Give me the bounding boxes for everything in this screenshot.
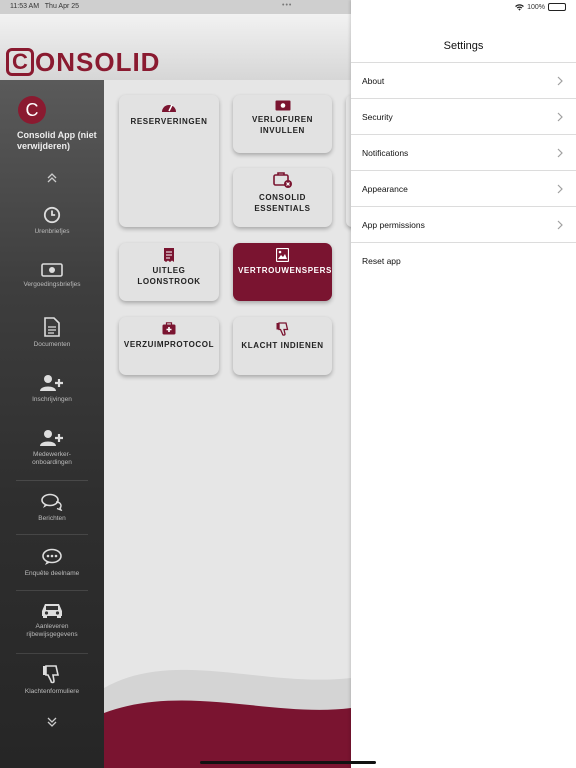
sidebar-item-enquete[interactable]: Enquête deelname	[0, 548, 104, 578]
tile-title-line1: UITLEG	[152, 266, 186, 275]
thumbs-down-icon	[43, 665, 59, 684]
car-icon	[42, 604, 62, 618]
chevron-right-icon	[557, 112, 563, 121]
image-icon	[276, 248, 289, 262]
sidebar-divider	[16, 590, 88, 591]
money-icon	[275, 100, 290, 111]
tile-consolid-essentials[interactable]: CONSOLID ESSENTIALS	[233, 168, 332, 227]
settings-row-reset-app[interactable]: Reset app	[351, 242, 576, 278]
avatar[interactable]: C	[18, 96, 46, 124]
tile-title: KLACHT INDIENEN	[241, 341, 324, 350]
settings-row-label: App permissions	[362, 219, 425, 230]
tile-title-line1: VERLOFUREN	[251, 115, 314, 124]
chevron-right-icon	[557, 184, 563, 193]
logo-text: ONSOLID	[35, 47, 161, 77]
time-text: 11:53 AM	[10, 3, 40, 10]
user-plus-icon	[40, 430, 63, 446]
sidebar-item-vergoedingsbriefjes[interactable]: Vergoedingsbriefjes	[0, 263, 104, 289]
multitasking-dots[interactable]: •••	[282, 2, 292, 9]
sidebar-item-label: Documenten	[33, 341, 71, 348]
sidebar-item-medewerker-onboardingen[interactable]: Medewerker-onboardingen	[0, 429, 104, 467]
chevron-right-icon	[557, 220, 563, 229]
status-right: 100%	[515, 3, 566, 11]
tile-title: VERTROUWENSPERSO	[238, 266, 332, 275]
settings-row-label: About	[362, 75, 385, 86]
sidebar-item-label: Urenbriefjes	[34, 228, 70, 235]
tile-vertrouwenspersoon[interactable]: VERTROUWENSPERSO	[233, 243, 332, 301]
settings-row-appearance[interactable]: Appearance	[351, 170, 576, 206]
briefcase-alert-icon	[272, 172, 292, 188]
sidebar-divider	[16, 480, 88, 481]
background-wave	[104, 669, 351, 768]
status-time: 11:53 AM Thu Apr 25	[10, 3, 79, 10]
settings-title: Settings	[443, 40, 484, 52]
settings-row-app-permissions[interactable]: App permissions	[351, 206, 576, 242]
sidebar-item-berichten[interactable]: Berichten	[0, 493, 104, 523]
settings-row-label: Reset app	[362, 255, 401, 266]
sidebar-item-rijbewijs[interactable]: Aanleveren rijbewijsgegevens	[0, 601, 104, 639]
sidebar-item-label: Berichten	[38, 515, 66, 522]
document-icon	[44, 317, 60, 337]
tile-reserveringen[interactable]: RESERVERINGEN	[119, 95, 219, 227]
tile-klacht-indienen[interactable]: KLACHT INDIENEN	[233, 317, 332, 375]
sidebar-item-label: Aanleveren rijbewijsgegevens	[26, 623, 78, 638]
tile-verzuimprotocol[interactable]: VERZUIMPROTOCOL	[119, 317, 219, 375]
battery-percent: 100%	[527, 3, 545, 11]
tile-title-line2: LOONSTROOK	[137, 277, 201, 286]
user-plus-icon	[40, 375, 63, 391]
tile-title: RESERVERINGEN	[130, 117, 208, 126]
tile-uitleg-loonstrook[interactable]: UITLEG LOONSTROOK	[119, 243, 219, 301]
status-bar: 11:53 AM Thu Apr 25 ••• 100%	[0, 0, 576, 14]
sidebar-divider	[16, 653, 88, 654]
sidebar-item-label: Klachtenformuliere	[24, 688, 80, 695]
battery-icon	[548, 3, 566, 11]
comment-dots-icon	[42, 548, 62, 565]
sidebar-item-label: Medewerker-onboardingen	[32, 451, 72, 466]
receipt-icon	[164, 248, 174, 262]
thumbs-down-icon	[276, 322, 289, 336]
settings-panel: Settings About Security Notifications Ap…	[351, 0, 576, 768]
chat-icon	[41, 493, 63, 511]
tile-title-line2: INVULLEN	[260, 126, 305, 135]
logo-mark: C	[6, 48, 34, 76]
settings-row-label: Appearance	[362, 183, 408, 194]
sidebar-item-documenten[interactable]: Documenten	[0, 317, 104, 349]
clock-icon	[43, 206, 61, 224]
chevron-down-icon[interactable]	[44, 714, 60, 730]
sidebar-item-inschrijvingen[interactable]: Inschrijvingen	[0, 374, 104, 404]
sidebar: C Consolid App (niet verwijderen) Urenbr…	[0, 80, 104, 768]
medical-kit-icon	[162, 322, 176, 335]
sidebar-item-klachtenformuliere[interactable]: Klachtenformuliere	[0, 664, 104, 696]
chevron-right-icon	[557, 76, 563, 85]
app-name: Consolid App (niet verwijderen)	[17, 130, 97, 151]
tile-title: VERZUIMPROTOCOL	[123, 340, 215, 349]
wifi-icon	[515, 3, 524, 11]
home-indicator[interactable]	[200, 761, 376, 764]
sidebar-item-urenbriefjes[interactable]: Urenbriefjes	[0, 206, 104, 236]
settings-row-security[interactable]: Security	[351, 98, 576, 134]
settings-list: About Security Notifications Appearance …	[351, 62, 576, 278]
settings-row-label: Notifications	[362, 147, 409, 158]
chevron-up-icon[interactable]	[44, 170, 60, 186]
money-icon	[41, 263, 63, 277]
chevron-right-icon	[557, 148, 563, 157]
sidebar-item-label: Enquête deelname	[24, 570, 80, 577]
tile-title-line1: CONSOLID	[258, 193, 307, 202]
settings-row-about[interactable]: About	[351, 62, 576, 98]
settings-row-label: Security	[362, 111, 393, 122]
tile-verlofuren-invullen[interactable]: VERLOFUREN INVULLEN	[233, 95, 332, 153]
date-text: Thu Apr 25	[44, 3, 80, 10]
sidebar-item-label: Vergoedingsbriefjes	[23, 281, 81, 288]
speedometer-icon	[162, 104, 176, 112]
consolid-logo: C ONSOLID	[6, 48, 160, 76]
sidebar-divider	[16, 534, 88, 535]
tile-title-line2: ESSENTIALS	[254, 204, 311, 213]
settings-row-notifications[interactable]: Notifications	[351, 134, 576, 170]
sidebar-item-label: Inschrijvingen	[32, 396, 72, 403]
main-tile-area: RESERVERINGEN VERLOFUREN INVULLEN CONSOL…	[104, 80, 351, 768]
